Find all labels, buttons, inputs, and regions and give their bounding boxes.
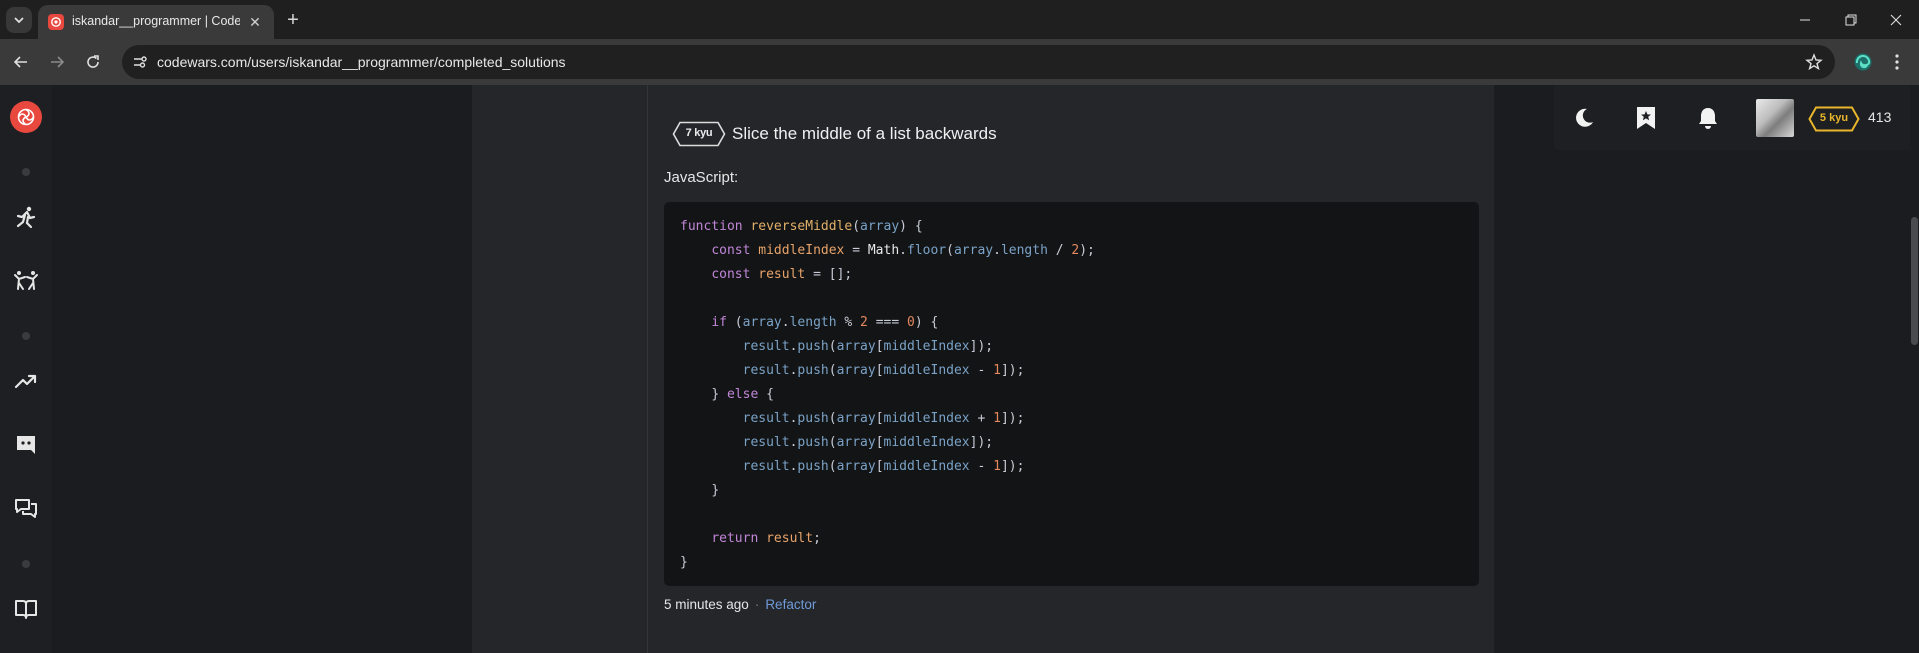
left-sidebar [0,85,52,653]
code-line: } [680,555,688,570]
more-vertical-icon [1895,54,1899,70]
arrow-left-icon [13,56,27,68]
new-tab-button[interactable]: + [282,9,304,31]
user-honor: 413 [1868,109,1892,125]
profile-content: 7 kyu Slice the middle of a list backwar… [472,85,1494,653]
bookmark-star-icon [1637,107,1655,129]
moon-icon [1576,108,1593,127]
bookmark-star-icon[interactable] [1805,53,1823,71]
reload-button[interactable] [82,51,104,73]
book-open-icon [15,600,37,619]
kata-header: 7 kyu Slice the middle of a list backwar… [672,121,997,147]
code-line: result.push(array[middleIndex]); [742,339,994,354]
user-toolbar: 5 kyu 413 [1554,85,1910,150]
codewars-favicon-icon [48,14,64,30]
code-line: function reverseMiddle(array) { [680,219,923,234]
close-window-button[interactable] [1873,0,1919,39]
user-avatar[interactable] [1756,99,1794,137]
left-gutter [52,85,472,653]
code-line: return result; [711,531,821,546]
back-button[interactable] [10,51,32,73]
minimize-button[interactable] [1782,0,1828,39]
codewars-logo-icon [10,101,42,133]
sidebar-divider-dot [22,168,30,176]
code-line: result.push(array[middleIndex - 1]); [742,363,1025,378]
restore-icon [1845,14,1857,25]
bell-icon [1699,108,1717,129]
user-rank-badge[interactable]: 5 kyu [1808,106,1860,132]
scrollbar-thumb[interactable] [1911,217,1918,345]
browser-menu-button[interactable] [1886,51,1908,73]
code-line: result.push(array[middleIndex - 1]); [742,459,1025,474]
code-line: result.push(array[middleIndex + 1]); [742,411,1025,426]
forward-button[interactable] [46,51,68,73]
training-icon [16,206,36,229]
reload-icon [87,55,99,68]
address-bar[interactable]: codewars.com/users/iskandar__programmer/… [122,45,1835,79]
tab-title: iskandar__programmer | Codew [72,14,240,28]
edge-profile-icon [1854,53,1872,71]
kata-title-link[interactable]: Slice the middle of a list backwards [732,124,997,144]
sidebar-divider-dot [22,332,30,340]
sidebar-item-practice[interactable] [10,265,42,297]
sidebar-divider-dot [22,560,30,568]
chat-bubbles-icon [15,499,37,518]
code-line: const result = []; [711,267,853,282]
refactor-link[interactable]: Refactor [765,597,816,612]
bookmarks-button[interactable] [1630,102,1662,134]
sidebar-item-docs[interactable] [10,593,42,625]
kata-rank-badge: 7 kyu [672,121,726,147]
kata-rank-text: 7 kyu [685,127,713,139]
minimize-icon [1800,19,1810,20]
solution-code-block: function reverseMiddle(array) { const mi… [664,202,1479,586]
sidebar-item-training[interactable] [10,201,42,233]
code-line: } else { [711,387,774,402]
trending-up-icon [14,374,37,389]
theme-toggle-button[interactable] [1568,102,1600,134]
solution-time: 5 minutes ago [664,597,749,612]
home-logo-button[interactable] [10,101,42,133]
code-line: result.push(array[middleIndex]); [742,435,994,450]
active-tab[interactable]: iskandar__programmer | Codew ✕ [38,5,274,39]
close-icon [1890,14,1902,25]
meta-separator: · [754,597,760,612]
practice-icon [14,271,38,290]
chevron-down-icon [14,17,24,24]
restore-button[interactable] [1828,0,1874,39]
solution-code: function reverseMiddle(array) { const mi… [680,215,1095,575]
user-rank-text: 5 kyu [1819,112,1849,124]
right-gutter [1494,85,1919,653]
url-text: codewars.com/users/iskandar__programmer/… [157,54,566,70]
page-content: 7 kyu Slice the middle of a list backwar… [0,85,1919,653]
code-line: } [711,483,720,498]
divider-line [647,85,648,653]
code-line: const middleIndex = Math.floor(array.len… [711,243,1095,258]
browser-toolbar: codewars.com/users/iskandar__programmer/… [0,39,1919,85]
notifications-button[interactable] [1692,102,1724,134]
close-tab-icon[interactable]: ✕ [246,13,264,31]
arrow-right-icon [51,56,65,68]
solution-meta: 5 minutes ago · Refactor [664,597,816,612]
sidebar-item-leaderboards[interactable] [10,365,42,397]
extension-button[interactable] [1852,51,1874,73]
tab-search-button[interactable] [6,7,32,33]
language-label: JavaScript: [664,169,739,186]
discord-icon [17,436,35,454]
browser-tab-bar: iskandar__programmer | Codew ✕ + [0,0,1919,39]
code-line: if (array.length % 2 === 0) { [711,315,939,330]
site-settings-icon[interactable] [132,54,148,70]
sidebar-item-forum[interactable] [10,493,42,525]
sidebar-item-discord[interactable] [10,429,42,461]
page-scrollbar[interactable] [1910,85,1919,653]
